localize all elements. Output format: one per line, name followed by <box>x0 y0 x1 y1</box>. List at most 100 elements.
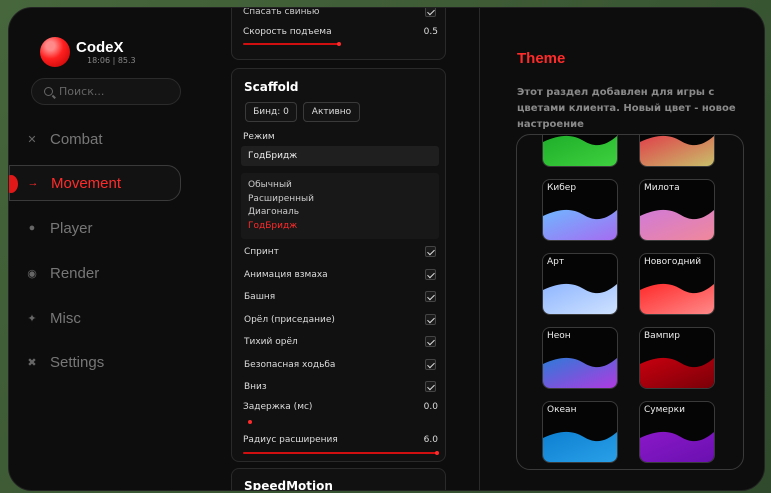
theme-tile-twilight[interactable]: Сумерки <box>639 401 715 463</box>
sidebar-item-player[interactable]: ● Player <box>9 210 181 246</box>
toggle-checkbox-silent-eagle[interactable] <box>425 336 436 347</box>
theme-wave <box>640 428 714 462</box>
slider-label: Скорость подъема <box>243 27 332 37</box>
mode-option-selected[interactable]: ГодБридж <box>248 220 432 233</box>
theme-name: Арт <box>547 257 565 267</box>
setting-label: Спасать свинью <box>243 7 320 17</box>
logo-icon <box>40 37 70 67</box>
theme-tile-green[interactable] <box>542 135 618 167</box>
sidebar-item-settings[interactable]: ✖ Settings <box>9 344 181 380</box>
toggle-checkbox-eagle[interactable] <box>425 314 436 325</box>
sidebar-item-combat[interactable]: ✕ Combat <box>9 121 181 157</box>
toggle-checkbox-swing[interactable] <box>425 269 436 280</box>
sidebar-item-label: Misc <box>50 309 81 327</box>
theme-wave <box>543 428 617 462</box>
module-card-scaffold: Scaffold Бинд: 0 Активно Режим ГодБридж … <box>231 68 446 462</box>
slider-delay[interactable]: Задержка (мс) 0.0 <box>243 402 438 412</box>
sidebar-item-label: Combat <box>50 130 103 148</box>
search-icon <box>44 87 53 96</box>
toggle-label: Башня <box>244 292 276 302</box>
search-placeholder: Поиск... <box>59 85 105 98</box>
theme-name: Океан <box>547 405 577 415</box>
panel-divider <box>479 8 480 490</box>
theme-name: Неон <box>547 331 571 341</box>
client-window: CodeX 18:06 | 85.3 Поиск... ✕ Combat → M… <box>8 7 765 491</box>
sidebar: CodeX 18:06 | 85.3 Поиск... ✕ Combat → M… <box>9 8 189 490</box>
theme-description: Этот раздел добавлен для игры с цветами … <box>517 87 736 130</box>
slider-knob[interactable] <box>248 420 252 424</box>
toggle-label: Тихий орёл <box>244 337 298 347</box>
search-input[interactable]: Поиск... <box>31 78 181 105</box>
module-list: Спасать свинью Скорость подъема 0.5 Scaf… <box>231 8 448 490</box>
toggle-label: Орёл (приседание) <box>244 315 335 325</box>
slider-value: 0.5 <box>423 27 438 37</box>
theme-title: Theme <box>517 50 566 67</box>
slider-knob[interactable] <box>337 42 341 46</box>
sidebar-item-render[interactable]: ◉ Render <box>9 255 181 291</box>
setting-checkbox[interactable] <box>425 8 436 17</box>
sidebar-item-movement[interactable]: → Movement <box>9 165 181 201</box>
mode-option[interactable]: Расширенный <box>248 193 432 206</box>
sidebar-item-label: Player <box>50 219 93 237</box>
theme-name: Милота <box>644 183 680 193</box>
arrow-right-icon: → <box>27 177 39 189</box>
mode-label: Режим <box>243 132 275 142</box>
theme-grid: Кибер Милота Арт Новогодний Неон Вампир … <box>516 134 744 470</box>
slider-speed[interactable]: Скорость подъема 0.5 <box>243 27 438 37</box>
slider-radius[interactable]: Радиус расширения 6.0 <box>243 435 438 445</box>
toggle-checkbox-tower[interactable] <box>425 291 436 302</box>
toggle-label: Спринт <box>244 247 279 257</box>
theme-tile-art[interactable]: Арт <box>542 253 618 315</box>
tools-icon: ✖ <box>27 356 37 369</box>
eye-icon: ◉ <box>27 267 37 280</box>
theme-tile-ocean[interactable]: Океан <box>542 401 618 463</box>
theme-tile-sunset[interactable] <box>639 135 715 167</box>
mode-option[interactable]: Диагональ <box>248 206 432 219</box>
sidebar-item-label: Render <box>50 264 100 282</box>
mode-options: Обычный Расширенный Диагональ ГодБридж <box>241 173 439 239</box>
toggle-checkbox-sprint[interactable] <box>425 246 436 257</box>
theme-wave <box>640 354 714 388</box>
swords-icon: ✕ <box>27 133 37 146</box>
app-name: CodeX <box>76 39 124 56</box>
theme-wave <box>543 135 617 166</box>
slider-fill <box>243 43 339 45</box>
theme-tile-cyber[interactable]: Кибер <box>542 179 618 241</box>
theme-wave <box>543 354 617 388</box>
theme-wave <box>640 135 714 166</box>
sidebar-item-label: Settings <box>50 353 105 371</box>
active-indicator <box>9 175 18 193</box>
app-status: 18:06 | 85.3 <box>87 56 136 65</box>
toggle-checkbox-down[interactable] <box>425 381 436 392</box>
mode-option[interactable]: Обычный <box>248 179 432 192</box>
user-icon: ● <box>28 222 36 234</box>
theme-name: Кибер <box>547 183 577 193</box>
theme-tile-newyear[interactable]: Новогодний <box>639 253 715 315</box>
theme-name: Вампир <box>644 331 680 341</box>
mode-select[interactable]: ГодБридж <box>241 146 439 166</box>
module-title: Scaffold <box>244 80 299 94</box>
toggle-label: Вниз <box>244 382 267 392</box>
toggle-label: Анимация взмаха <box>244 270 328 280</box>
slider-label: Радиус расширения <box>243 435 338 445</box>
module-card-previous: Спасать свинью Скорость подъема 0.5 <box>231 7 446 60</box>
theme-name: Новогодний <box>644 257 702 267</box>
slider-value: 0.0 <box>423 402 438 412</box>
bind-button[interactable]: Бинд: 0 <box>245 102 297 122</box>
mode-select-value: ГодБридж <box>248 151 298 161</box>
active-button[interactable]: Активно <box>303 102 360 122</box>
theme-tile-vampire[interactable]: Вампир <box>639 327 715 389</box>
theme-wave <box>543 206 617 240</box>
theme-tile-cute[interactable]: Милота <box>639 179 715 241</box>
slider-fill <box>243 452 436 454</box>
sidebar-item-misc[interactable]: ✦ Misc <box>9 300 181 336</box>
toggle-label: Безопасная ходьба <box>244 360 336 370</box>
theme-wave <box>640 206 714 240</box>
slider-value: 6.0 <box>423 435 438 445</box>
theme-wave <box>543 280 617 314</box>
star-icon: ✦ <box>27 312 37 325</box>
theme-tile-neon[interactable]: Неон <box>542 327 618 389</box>
toggle-checkbox-safewalk[interactable] <box>425 359 436 370</box>
slider-knob[interactable] <box>435 451 439 455</box>
slider-label: Задержка (мс) <box>243 402 313 412</box>
